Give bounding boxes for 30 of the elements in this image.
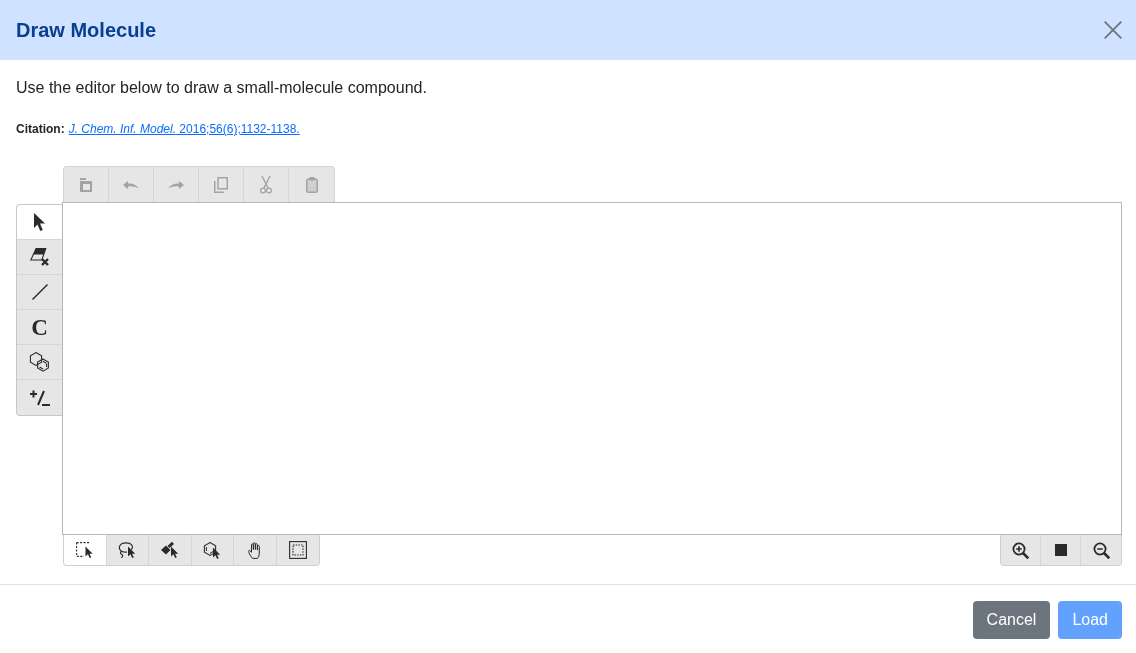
zoom-in-button[interactable] — [1001, 535, 1041, 565]
hexagon-pointer-icon — [203, 541, 222, 559]
eraser-icon — [29, 248, 50, 266]
charge-icon — [29, 389, 50, 406]
instruction-text: Use the editor below to draw a small-molecule compound. — [16, 78, 428, 98]
hand-icon — [247, 541, 262, 559]
close-button[interactable] — [1104, 21, 1122, 39]
copy-icon — [214, 176, 228, 193]
clipboard-icon — [305, 176, 318, 193]
lasso-pointer-icon — [118, 542, 137, 558]
brush-pointer-icon — [160, 542, 179, 558]
dashed-square-icon — [288, 541, 307, 559]
citation-link[interactable]: J. Chem. Inf. Model. 2016;56(6);1132-1138. — [68, 120, 300, 138]
citation-label: Citation: — [16, 121, 65, 138]
arrow-pointer-icon — [34, 213, 45, 231]
hexagon-rings-icon — [29, 352, 50, 372]
zoom-in-icon — [1012, 541, 1029, 559]
dashed-rectangle-pointer-icon — [76, 542, 94, 558]
close-icon — [1104, 21, 1122, 39]
cancel-button[interactable]: Cancel — [972, 601, 1051, 639]
redo-icon — [168, 180, 184, 189]
document-stack-icon — [80, 177, 92, 192]
undo-icon — [123, 180, 139, 189]
line-icon — [31, 284, 48, 300]
square-icon — [1054, 544, 1067, 556]
zoom-out-icon — [1092, 541, 1110, 559]
select-tool[interactable] — [17, 205, 62, 240]
dialog-title: Draw Molecule — [16, 18, 157, 42]
rectangle-select-tool[interactable] — [64, 535, 107, 565]
scissors-icon — [260, 175, 272, 194]
